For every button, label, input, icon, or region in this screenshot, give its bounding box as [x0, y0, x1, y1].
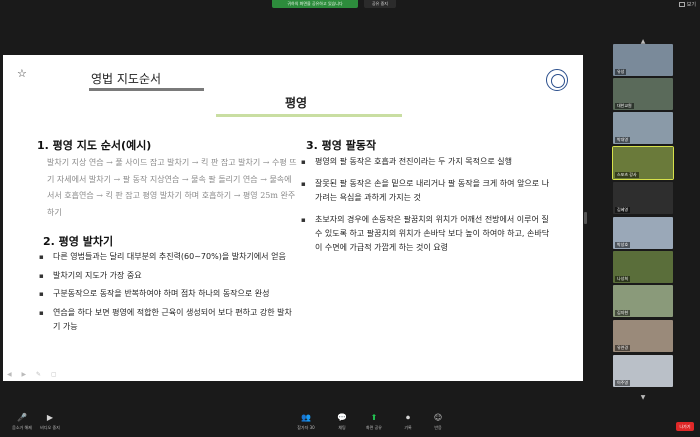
participant-tile[interactable]: 김지현 — [613, 285, 673, 317]
participant-tile[interactable]: 유연경 — [613, 320, 673, 352]
participant-name: 김지현 — [615, 310, 631, 316]
participant-tile[interactable]: 이주영 — [613, 355, 673, 387]
participants-icon: 👥 — [301, 413, 311, 422]
participant-name: 박대영 — [615, 137, 631, 143]
right-bullet-list: 평영의 팔 동작은 호흡과 전진이라는 두 가지 목적으로 실행 잘못된 팔 동… — [301, 155, 551, 263]
stop-share-button[interactable]: 공유 중지 — [364, 0, 396, 8]
microphone-muted-icon: 🎤 — [17, 413, 27, 422]
university-seal-icon — [546, 69, 568, 91]
reactions-label: 반응 — [434, 425, 442, 430]
left-sequence-text: 발차기 지상 연습 → 풀 사이드 잡고 발차기 → 킥 판 잡고 발차기 → … — [47, 158, 297, 217]
split-drag-handle[interactable] — [584, 212, 587, 224]
smile-icon: ☺ — [433, 413, 443, 422]
chat-icon: 💬 — [337, 413, 347, 422]
participant-strip: ▲ 유성 대한교원 박대영 스포츠 강사 김혜영 박성호 나성희 김지현 유연경 이주영 ▼ — [612, 38, 674, 401]
participant-name: 스포츠 강사 — [615, 172, 639, 178]
title-underline — [89, 88, 204, 91]
share-screen-icon: ⬆ — [370, 413, 378, 422]
participant-tile[interactable]: 대한교원 — [613, 78, 673, 110]
video-label: 비디오 중지 — [40, 425, 60, 430]
participant-name: 김혜영 — [615, 207, 631, 213]
top-bar: 귀하의 화면을 공유하고 있습니다 공유 중지 보기 — [0, 0, 700, 12]
list-item: 초보자의 경우에 손동작은 팔꿈치의 위치가 어깨선 전방에서 이루어 질 수 … — [301, 213, 551, 255]
list-item: 연습을 하다 보면 평영에 적합한 근육이 생성되어 보다 편하고 강한 발차기… — [39, 306, 295, 335]
participants-button[interactable]: 👥 참가자 30 — [286, 413, 326, 435]
participant-name: 유성 — [615, 69, 627, 75]
slide-controls[interactable]: ◀ ▶ ✎ ▢ — [7, 371, 61, 378]
list-item: 구분동작으로 동작을 반복하여야 하며 점차 하나의 동작으로 완성 — [39, 287, 295, 302]
participants-count: 30 — [309, 425, 315, 430]
list-item: 발차기의 지도가 가장 중요 — [39, 269, 295, 284]
zoom-window: 귀하의 화면을 공유하고 있습니다 공유 중지 보기 ☆ 영법 지도순서 평영 … — [0, 0, 700, 437]
participant-tile[interactable]: 나성희 — [613, 251, 673, 283]
participants-text: 참가자 — [297, 425, 309, 430]
left-bullet-list: 다른 영법들과는 달리 대부분의 추진력(60~70%)을 발차기에서 얻음 발… — [39, 250, 295, 339]
participant-name: 박성호 — [615, 242, 631, 248]
strip-down-icon[interactable]: ▼ — [637, 394, 649, 401]
participant-tile[interactable]: 김혜영 — [613, 182, 673, 214]
participant-tile[interactable]: 스포츠 강사 — [612, 146, 674, 180]
leave-meeting-button[interactable]: 나가기 — [676, 422, 694, 431]
left-heading-1: 1. 평영 지도 순서(예시) — [37, 139, 152, 152]
list-item: 잘못된 팔 동작은 손을 밑으로 내리거나 팔 동작을 크게 하여 앞으로 나가… — [301, 177, 551, 205]
reactions-button[interactable]: ☺ 반응 — [418, 413, 458, 435]
view-options-button[interactable]: 보기 — [678, 1, 696, 8]
participant-name: 나성희 — [615, 276, 631, 282]
subtitle-underline — [216, 114, 402, 117]
participant-name: 대한교원 — [615, 103, 634, 109]
video-button[interactable]: ▶ 비디오 중지 — [30, 413, 70, 435]
participant-tile[interactable]: 박대영 — [613, 112, 673, 144]
view-options-label: 보기 — [686, 2, 696, 8]
list-item: 다른 영법들과는 달리 대부분의 추진력(60~70%)을 발차기에서 얻음 — [39, 250, 295, 265]
participant-tile[interactable]: 유성 — [613, 44, 673, 76]
left-heading-2: 2. 평영 발차기 — [43, 235, 114, 248]
participants-label: 참가자 30 — [286, 425, 326, 431]
slide-subtitle: 평영 — [285, 96, 308, 110]
bottom-toolbar: 🎤 음소거 해제 ▶ 비디오 중지 👥 참가자 30 💬 채팅 ⬆ 화면 공유 … — [0, 410, 700, 437]
right-heading: 3. 평영 팔동작 — [306, 139, 377, 152]
participant-name: 이주영 — [615, 380, 631, 386]
shared-slide: ☆ 영법 지도순서 평영 1. 평영 지도 순서(예시) 발차기 지상 연습 →… — [3, 55, 583, 381]
record-icon: ⏺ — [406, 413, 410, 422]
participant-tile[interactable]: 박성호 — [613, 217, 673, 249]
view-icon — [678, 2, 685, 7]
star-logo: ☆ — [17, 67, 27, 80]
slide-title: 영법 지도순서 — [91, 72, 162, 86]
participant-name: 유연경 — [615, 345, 631, 351]
list-item: 평영의 팔 동작은 호흡과 전진이라는 두 가지 목적으로 실행 — [301, 155, 551, 169]
video-camera-icon: ▶ — [46, 413, 54, 422]
sharing-banner: 귀하의 화면을 공유하고 있습니다 — [272, 0, 358, 8]
